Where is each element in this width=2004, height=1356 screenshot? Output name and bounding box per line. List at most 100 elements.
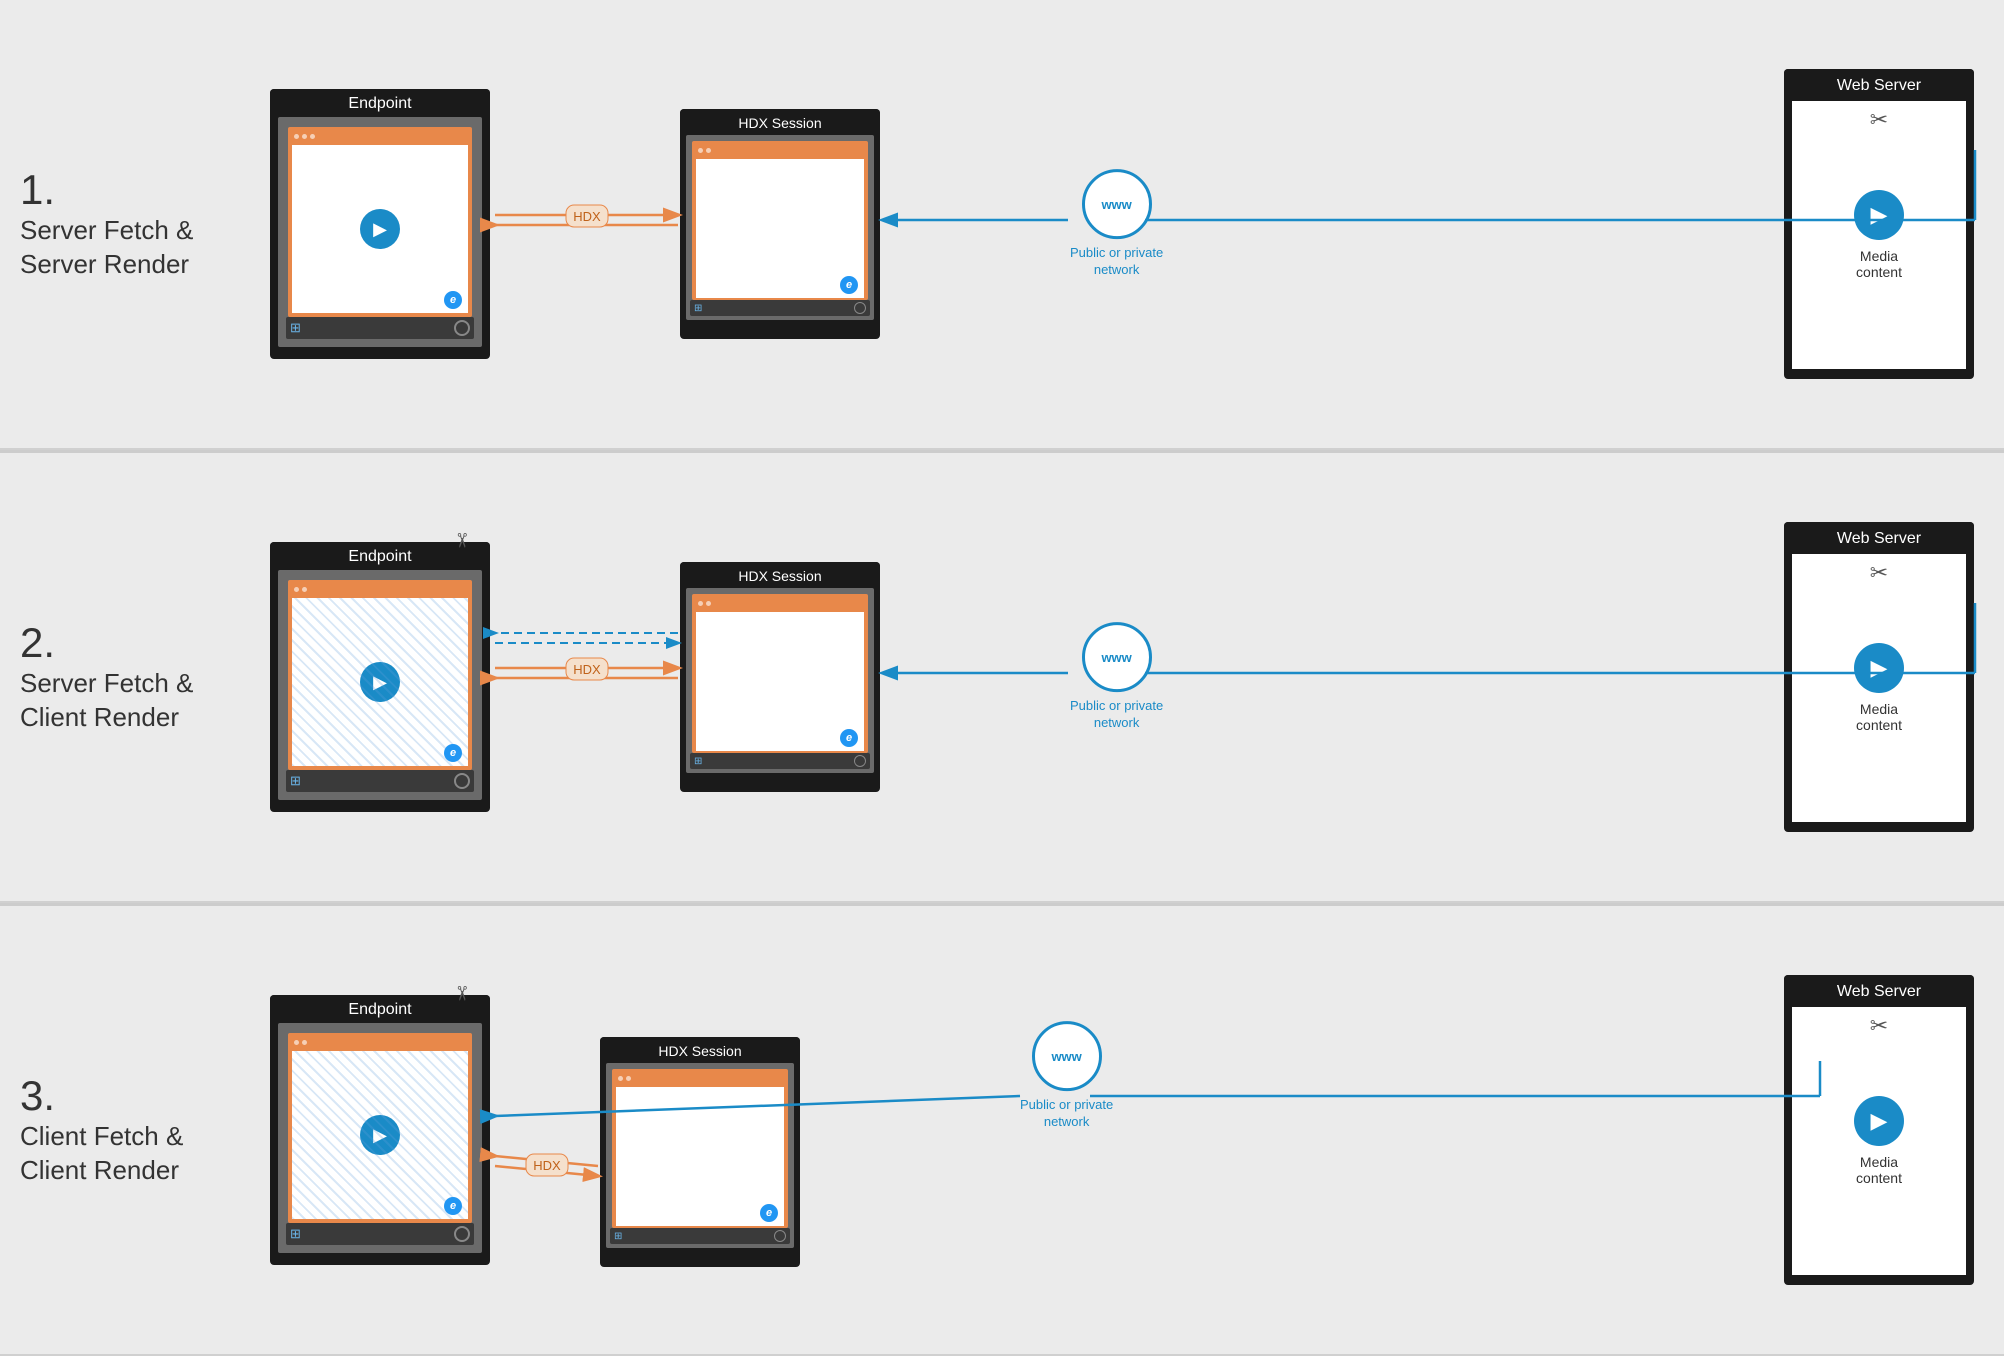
hdx-screen-1: e ⊞ [686, 135, 874, 320]
section-2-label: 2. Server Fetch &Client Render [20, 619, 240, 735]
globe-label-www-2: www [1101, 650, 1131, 665]
endpoint-win-titlebar-2 [290, 582, 470, 596]
endpoint-inner-window-2: ▶ e [288, 580, 472, 770]
win-icon-3: ⊞ [290, 1226, 301, 1242]
media-player-icon-1: ▶ [360, 209, 400, 249]
win-dot-3 [310, 134, 315, 139]
hdx2-dot-2 [706, 601, 711, 606]
scissors-icon-1: ✂ [1870, 107, 1888, 132]
hdx-dot-1 [698, 148, 703, 153]
ep3-dot-1 [294, 1040, 299, 1045]
scissors-icon-3: ✂ [1870, 1013, 1888, 1038]
endpoint-screen-2: ▶ e ⊞ [278, 570, 482, 800]
taskbar-circle-1 [454, 320, 470, 336]
section-1: 1. Server Fetch &Server Render Endpoint … [0, 0, 2004, 450]
ep3-dot-2 [302, 1040, 307, 1045]
endpoint-screen-1: ▶ e ⊞ [278, 117, 482, 347]
hdx-taskbar-icon-1: ⊞ [694, 303, 702, 314]
scissors-ep-3: ✂ [449, 985, 474, 1002]
svg-text:HDX: HDX [573, 662, 601, 677]
server-media-icon-1: ▶ [1854, 190, 1904, 240]
hdx-title-3: HDX Session [600, 1037, 800, 1063]
hdx-inner-body-3: e [616, 1087, 784, 1226]
hdx-inner-window-2: e [692, 594, 868, 753]
taskbar-circle-3 [454, 1226, 470, 1242]
ie-icon-1: e [444, 291, 462, 309]
globe-label-www-3: www [1051, 1049, 1081, 1064]
hdx-inner-window-3: e [612, 1069, 788, 1228]
webserver-body-2: ✂ ▶ Mediacontent [1792, 554, 1966, 822]
webserver-title-3: Web Server [1784, 975, 1974, 1007]
endpoint-window-body-1: ▶ e [292, 145, 468, 313]
network-label-1: Public or privatenetwork [1070, 245, 1163, 279]
server-media-label-1: Mediacontent [1856, 248, 1902, 280]
section-3-title: Client Fetch &Client Render [20, 1121, 183, 1185]
ep2-dot-1 [294, 587, 299, 592]
taskbar-3: ⊞ [286, 1223, 474, 1245]
webserver-title-1: Web Server [1784, 69, 1974, 101]
ep2-dot-2 [302, 587, 307, 592]
globe-circle-1: www [1082, 169, 1152, 239]
section-1-title: Server Fetch &Server Render [20, 215, 193, 279]
webserver-title-2: Web Server [1784, 522, 1974, 554]
win-dot-2 [302, 134, 307, 139]
hdx-box-3: HDX Session e ⊞ [600, 1037, 800, 1267]
arrow-ep-to-hdx-3 [495, 1166, 598, 1176]
arrow-hdx-to-ep-3 [495, 1156, 598, 1166]
hdx-ie-icon-1: e [840, 276, 858, 294]
www-globe-3: www Public or privatenetwork [1020, 1021, 1113, 1131]
media-player-icon-2: ▶ [360, 662, 400, 702]
server-media-label-3: Mediacontent [1856, 1154, 1902, 1186]
hdx2-ie-icon: e [840, 729, 858, 747]
webserver-box-2: Web Server ✂ ▶ Mediacontent [1784, 522, 1974, 832]
hdx-inner-body-2: e [696, 612, 864, 751]
hdx-inner-body-1: e [696, 159, 864, 298]
endpoint-window-titlebar-1 [290, 129, 470, 143]
section-2: 2. Server Fetch &Client Render Endpoint … [0, 453, 2004, 903]
endpoint-win-titlebar-3 [290, 1035, 470, 1049]
globe-label-www-1: www [1101, 197, 1131, 212]
section-3: 3. Client Fetch &Client Render Endpoint … [0, 906, 2004, 1356]
scissors-icon-2: ✂ [1870, 560, 1888, 585]
section-2-number: 2. [20, 619, 240, 667]
hdx2-taskbar-icon: ⊞ [694, 756, 702, 767]
globe-circle-2: www [1082, 622, 1152, 692]
hdx3-win-titlebar-3 [614, 1071, 786, 1085]
hdx3-taskbar-icon: ⊞ [614, 1231, 622, 1242]
globe-circle-3: www [1032, 1021, 1102, 1091]
hdx3-dot-2 [626, 1076, 631, 1081]
hdx2-dot-1 [698, 601, 703, 606]
hdx-title-1: HDX Session [680, 109, 880, 135]
section-3-number: 3. [20, 1072, 240, 1120]
endpoint-box-3: Endpoint ▶ e ⊞ [270, 995, 490, 1265]
server-media-icon-2: ▶ [1854, 643, 1904, 693]
hdx3-ie-icon: e [760, 1204, 778, 1222]
hdx-taskbar-circle-1 [854, 302, 866, 314]
section-2-title: Server Fetch &Client Render [20, 668, 193, 732]
endpoint-win-body-3: ▶ e [292, 1051, 468, 1219]
webserver-body-1: ✂ ▶ Mediacontent [1792, 101, 1966, 369]
hdx-screen-2: e ⊞ [686, 588, 874, 773]
network-label-3: Public or privatenetwork [1020, 1097, 1113, 1131]
hdx2-win-titlebar-2 [694, 596, 866, 610]
server-media-label-2: Mediacontent [1856, 701, 1902, 733]
endpoint-box-1: Endpoint ▶ e ⊞ [270, 89, 490, 359]
hdx3-taskbar-circle [774, 1230, 786, 1242]
taskbar-1: ⊞ [286, 317, 474, 339]
hdx-screen-3: e ⊞ [606, 1063, 794, 1248]
svg-text:HDX: HDX [533, 1158, 561, 1173]
endpoint-box-2: Endpoint ▶ e ⊞ [270, 542, 490, 812]
media-player-icon-3: ▶ [360, 1115, 400, 1155]
win-icon-2: ⊞ [290, 773, 301, 789]
webserver-box-1: Web Server ✂ ▶ Mediacontent [1784, 69, 1974, 379]
webserver-box-3: Web Server ✂ ▶ Mediacontent [1784, 975, 1974, 1285]
endpoint-title-1: Endpoint [270, 89, 490, 117]
hdx-box-2: HDX Session e ⊞ [680, 562, 880, 792]
hdx-win-titlebar-1 [694, 143, 866, 157]
win-icon-1: ⊞ [290, 320, 301, 336]
endpoint-inner-window-3: ▶ e [288, 1033, 472, 1223]
www-globe-2: www Public or privatenetwork [1070, 622, 1163, 732]
endpoint-win-body-2: ▶ e [292, 598, 468, 766]
taskbar-2: ⊞ [286, 770, 474, 792]
section-1-number: 1. [20, 166, 240, 214]
